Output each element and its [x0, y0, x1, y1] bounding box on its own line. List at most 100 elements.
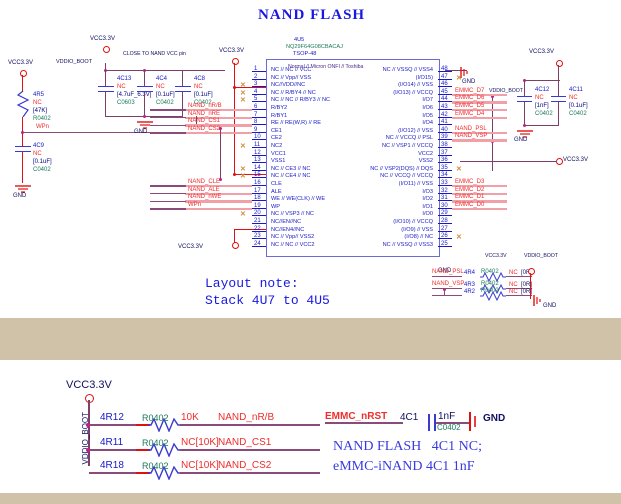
net-label-EMMC_D6: EMMC_D6: [455, 95, 485, 102]
chip-pin-lead-30: [438, 207, 452, 209]
chip-package: TSOP-48: [293, 51, 317, 57]
chip-pin-lead-36: [438, 162, 452, 164]
net-label-EMMC_D0: EMMC_D0: [455, 201, 485, 208]
chip-pin-lead-3: [252, 86, 266, 88]
chip-pin-name-45: (I/O13) // VCCQ: [393, 89, 433, 96]
net-label-EMMC_D1: EMMC_D1: [455, 194, 485, 201]
chip-pin-lead-26: [438, 238, 452, 240]
term-refdes-4R4: 4R4: [464, 270, 476, 276]
label-gnd-3: GND: [462, 79, 476, 85]
wire-cap-4c9-bottom: [22, 152, 24, 183]
net-label-WPn: WPn: [188, 201, 202, 208]
bus-left-1: [220, 128, 222, 180]
chip-pin-name-44: I/O7: [422, 97, 433, 104]
refdes-4c4: 4C4: [156, 76, 168, 82]
chip-pin-lead-40: [438, 131, 452, 133]
alt-4c4: [0.1uF]: [156, 92, 175, 98]
chip-pin-lead-18: [252, 200, 266, 202]
bottom-junction-4R11: [86, 448, 90, 452]
chip-pin-name-23: NC // Vpp// VSS2: [271, 234, 315, 241]
no-connect-icon-right-22: ✕: [456, 234, 462, 242]
net-wire-EMMC_D4: [452, 116, 507, 119]
label-vddio-boot-1: VDDIO_BOOT: [56, 59, 93, 65]
chip-pin-lead-42: [438, 116, 452, 118]
chip-pin-name-34: NC // VCCQ // VCCQ: [380, 173, 433, 180]
chip-pin-lead-7: [252, 116, 266, 118]
chip-pin-name-30: I/O1: [422, 203, 433, 210]
bottom-note-line1: NAND FLASH 4C1 NC;: [333, 439, 482, 454]
bottom-value-4R11: NC[10K]: [181, 437, 219, 448]
label-vcc33v-bottom: VCC3.3V: [66, 379, 112, 391]
resistor-4r5[interactable]: [16, 91, 30, 117]
no-connect-icon-left-13: ✕: [240, 165, 246, 173]
chip-pin-name-17: ALE: [271, 188, 282, 195]
value-4c9: NC: [33, 151, 42, 157]
wire-cap-4c9-top: [22, 142, 24, 147]
net-label-EMMC_D3: EMMC_D3: [455, 179, 485, 185]
chip-pin-lead-46: [438, 86, 452, 88]
chip-pin-lead-38: [438, 147, 452, 148]
chip-pin-name-42: I/O5: [422, 112, 433, 119]
chip-pin-name-18: WE // WE(CLK) // WE: [271, 196, 326, 203]
value-4c13: NC: [117, 84, 126, 90]
bottom-wire-out-4R12: [180, 424, 320, 426]
term-refdes-4R2: 4R2: [464, 289, 476, 295]
bottom-refdes-4R12: 4R12: [100, 412, 124, 423]
chip-pin-lead-16: [252, 185, 266, 186]
wire-emmc-nrst: [325, 422, 403, 424]
chip-pin-name-29: I/O0: [422, 211, 433, 218]
wire-4c11-bottom: [558, 102, 560, 126]
chip-pin-name-10: CE2: [271, 135, 282, 142]
chip-pin-lead-41: [438, 124, 452, 126]
chip-pin-lead-32: [438, 192, 452, 194]
bottom-wire-in-4R11: [89, 449, 139, 451]
no-connect-icon-left-10: ✕: [240, 143, 246, 150]
term-wire-out-4R2: [506, 295, 532, 297]
bottom-junction-4R12: [86, 423, 90, 427]
wire-4c13-bottom: [105, 92, 107, 117]
bottom-note-line2: eMMC-iNAND 4C1 1nF: [333, 459, 475, 474]
alt-4c13: [4.7uF_6.3V]: [117, 92, 152, 98]
net-label-NAND-ALE: NAND_ALE: [188, 186, 220, 193]
chip-pin-lead-31: [438, 200, 452, 202]
chip-pin-name-15: NC // CE4 // NC: [271, 173, 311, 180]
wire-vcc4-up: [234, 230, 236, 243]
bottom-wire-in-4R18: [89, 472, 139, 474]
cap-4c11-plate-top: [551, 96, 566, 98]
net-wire-NAND_VSP: [452, 139, 507, 142]
no-connect-icon-right-1: ✕: [456, 74, 462, 82]
label-vcc33v-5: VCC3.3V: [529, 49, 555, 55]
chip-pin-lead-37: [438, 154, 452, 156]
chip-pin-name-35: NC // VSP2(DQS) // DQS: [370, 165, 433, 172]
net-wire-ext-NAND-nRE: [150, 117, 186, 119]
note-close-to-vcc: CLOSE TO NAND VCC pin: [123, 51, 186, 57]
label-vcc33v-4: VCC3.3V: [178, 244, 204, 250]
chip-pin-lead-9: [252, 131, 266, 133]
power-port-vcc-6[interactable]: [556, 158, 563, 165]
chip-pin-name-11: NC2: [271, 143, 283, 149]
term-refdes-4R3: 4R3: [464, 282, 476, 288]
chip-pin-name-26: (I/O8) // NC: [404, 234, 433, 241]
power-port-vcc-2[interactable]: [103, 46, 110, 53]
label-vcc33v-1: VCC3.3V: [8, 60, 34, 66]
cap-4c12-plate-top: [517, 96, 532, 98]
bottom-wire-out-4R11: [180, 449, 320, 451]
term-wire-4R2: [432, 295, 462, 297]
chip-pin-lead-12: [252, 154, 266, 156]
term-pkg-4R2: R0402: [481, 288, 499, 294]
no-connect-icon-right-13: ✕: [456, 165, 462, 173]
junction-bus-left-2: [219, 178, 222, 181]
pkg-4c12: C0402: [535, 111, 553, 117]
net-label-NAND-CS1: NAND_CS1: [188, 118, 221, 125]
pkg-4r5: R0402: [33, 116, 51, 122]
wire-vcc3-to-pin13: [234, 174, 266, 176]
power-port-vcc-4[interactable]: [232, 242, 239, 249]
chip-pin-lead-33: [438, 185, 452, 186]
label-gnd-6: GND: [543, 303, 557, 309]
chip-pin-name-28: (I/O10) // VCCQ: [393, 219, 433, 225]
net-label-emmc-nrst: EMMC_nRST: [325, 411, 388, 422]
net-label-NAND-CS2: NAND_CS2: [188, 125, 221, 132]
wire-vcc3-down: [234, 63, 236, 88]
chip-pin-name-9: CE1: [271, 127, 282, 134]
wire-term-vertical: [530, 273, 532, 299]
